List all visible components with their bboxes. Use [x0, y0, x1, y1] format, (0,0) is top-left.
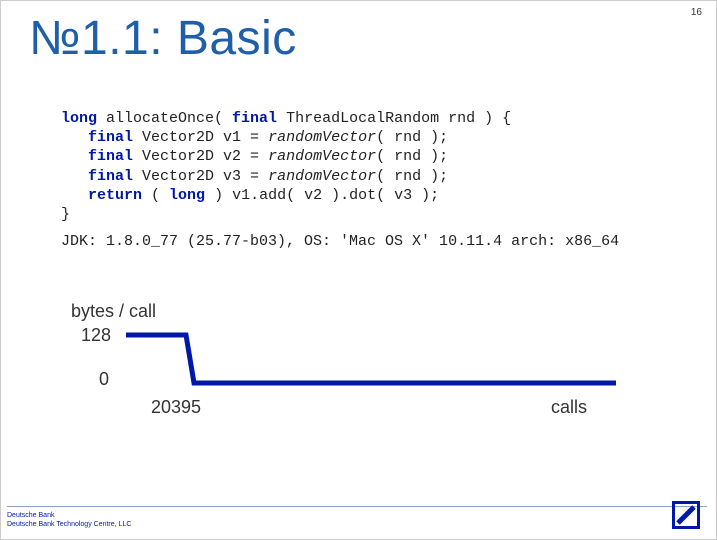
- kw-final: final: [88, 129, 133, 146]
- chart-ytick-lo: 0: [99, 369, 109, 390]
- fn-call: randomVector: [268, 168, 376, 185]
- code-text: ) v1.add( v2 ).dot( v3 );: [205, 187, 439, 204]
- footer-line1: Deutsche Bank: [7, 512, 131, 520]
- chart-ytick-hi: 128: [81, 325, 111, 346]
- code-text: Vector2D v1 =: [133, 129, 268, 146]
- chart-line: [126, 331, 616, 391]
- code-text: [61, 148, 88, 165]
- slide-title: №1.1: Basic: [29, 11, 297, 66]
- code-text: ( rnd );: [376, 168, 448, 185]
- code-text: ThreadLocalRandom rnd ) {: [277, 110, 511, 127]
- slide: 16 №1.1: Basic long allocateOnce( final …: [0, 0, 717, 540]
- code-text: [61, 168, 88, 185]
- code-text: ( rnd );: [376, 129, 448, 146]
- fn-call: randomVector: [268, 129, 376, 146]
- fn-call: randomVector: [268, 148, 376, 165]
- code-text: (: [142, 187, 169, 204]
- code-text: ( rnd );: [376, 148, 448, 165]
- kw-final: final: [88, 168, 133, 185]
- page-number: 16: [691, 7, 702, 18]
- kw-return: return: [88, 187, 142, 204]
- code-text: Vector2D v2 =: [133, 148, 268, 165]
- chart-xlabel: calls: [551, 397, 587, 418]
- code-text: [61, 187, 88, 204]
- chart-ylabel: bytes / call: [71, 301, 156, 322]
- footer-text: Deutsche Bank Deutsche Bank Technology C…: [7, 512, 131, 529]
- chart-x-threshold: 20395: [151, 397, 201, 418]
- bytes-per-call-chart: bytes / call 128 0 20395 calls: [71, 301, 631, 441]
- footer-rule: [7, 506, 707, 507]
- kw-long: long: [169, 187, 205, 204]
- code-block: long allocateOnce( final ThreadLocalRand…: [61, 109, 511, 224]
- footer-line2: Deutsche Bank Technology Centre, LLC: [7, 521, 131, 529]
- kw-final: final: [88, 148, 133, 165]
- code-text: allocateOnce(: [97, 110, 232, 127]
- code-text: Vector2D v3 =: [133, 168, 268, 185]
- kw-long: long: [61, 110, 97, 127]
- deutsche-bank-logo-icon: [672, 501, 700, 529]
- code-text: }: [61, 206, 70, 223]
- kw-final: final: [232, 110, 277, 127]
- environment-info: JDK: 1.8.0_77 (25.77-b03), OS: 'Mac OS X…: [61, 233, 619, 250]
- code-text: [61, 129, 88, 146]
